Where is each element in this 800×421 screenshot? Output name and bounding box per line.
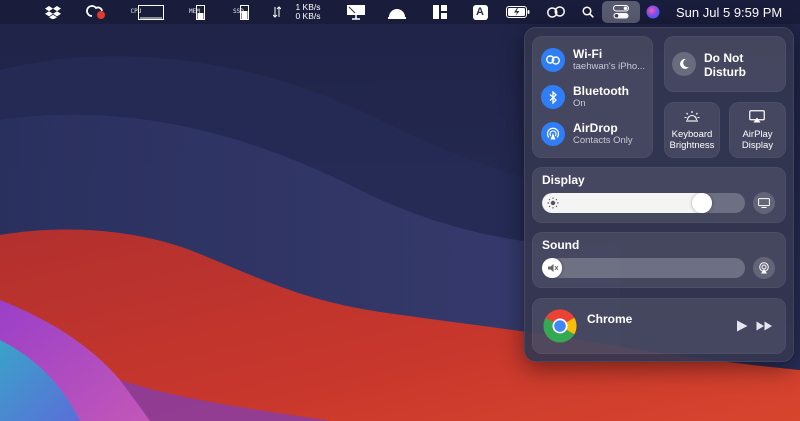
now-playing-app: Chrome (587, 312, 633, 326)
window-layout-icon[interactable] (429, 0, 451, 24)
dropbox-icon[interactable] (42, 0, 64, 24)
ssd-bar (240, 4, 249, 20)
wifi-icon (546, 55, 560, 65)
creative-cloud-icon[interactable] (84, 0, 108, 24)
dome-icon[interactable] (385, 0, 409, 24)
brightness-slider[interactable] (542, 193, 745, 213)
moon-icon (680, 58, 689, 69)
bluetooth-icon (549, 90, 557, 104)
play-icon[interactable] (736, 320, 748, 332)
airplay-audio-icon (759, 262, 769, 274)
sound-module: Sound (532, 232, 786, 288)
ssd-monitor[interactable]: SSD (229, 0, 253, 24)
keyboard-brightness-line1: Keyboard (671, 129, 713, 140)
keyboard-brightness-icon (684, 111, 700, 122)
do-not-disturb-tile[interactable]: Do Not Disturb (664, 36, 786, 92)
monitor-icon (758, 198, 770, 208)
wifi-toggle[interactable]: Wi-Fi taehwan's iPho... (541, 47, 645, 73)
cpu-label: CPU (130, 8, 142, 15)
network-speed[interactable]: 1 KB/s 0 KB/s (290, 0, 326, 24)
bluetooth-toggle[interactable]: Bluetooth On (541, 84, 629, 110)
bluetooth-title: Bluetooth (573, 84, 629, 98)
dnd-label-line2: Disturb (704, 65, 746, 79)
network-arrows-icon (270, 0, 284, 24)
cpu-graph (137, 4, 164, 20)
ssd-label: SSD (233, 8, 244, 15)
airdrop-toggle[interactable]: AirDrop Contacts Only (541, 121, 633, 147)
airdrop-button[interactable] (541, 122, 565, 146)
airplay-display-line1: AirPlay (742, 129, 773, 140)
memory-monitor[interactable]: MEM (185, 0, 209, 24)
bluetooth-button[interactable] (541, 85, 565, 109)
airdrop-status: Contacts Only (573, 135, 633, 146)
battery-icon[interactable] (505, 0, 531, 24)
airplay-display-line2: Display (741, 140, 774, 151)
dnd-label-line1: Do Not (704, 51, 744, 65)
input-source-indicator[interactable]: A (470, 0, 490, 24)
sound-title: Sound (542, 238, 580, 252)
audio-output-button[interactable] (753, 257, 775, 279)
cpu-monitor[interactable]: CPU (128, 0, 166, 24)
wifi-title: Wi-Fi (573, 47, 603, 61)
date-time: Sun Jul 5 9:59 PM (676, 4, 783, 20)
wifi-button[interactable] (541, 48, 565, 72)
display-icon[interactable] (344, 0, 368, 24)
spotlight-search-icon[interactable] (579, 0, 597, 24)
display-settings-button[interactable] (753, 192, 775, 214)
keyboard-brightness-tile[interactable]: Keyboard Brightness (664, 102, 720, 158)
wifi-network-name: taehwan's iPho... (573, 61, 646, 72)
control-center-panel: Wi-Fi taehwan's iPho... Bluetooth On Air… (524, 27, 794, 362)
airdrop-title: AirDrop (573, 121, 618, 135)
brightness-slider-fill (542, 193, 712, 213)
net-download: 0 KB/s (295, 11, 321, 21)
now-playing-module: Chrome (532, 298, 786, 354)
brightness-slider-knob[interactable] (692, 193, 712, 213)
control-center-icon[interactable] (602, 1, 640, 23)
speaker-muted-icon (548, 264, 559, 272)
airdrop-icon (546, 127, 560, 140)
menu-clock[interactable]: Sun Jul 5 9:59 PM (676, 0, 790, 24)
siri-icon[interactable] (643, 0, 663, 24)
memory-bar (196, 4, 205, 20)
airplay-display-tile[interactable]: AirPlay Display (729, 102, 786, 158)
chrome-icon[interactable] (543, 309, 577, 343)
screen-mirroring-icon[interactable] (545, 0, 567, 24)
display-module: Display (532, 167, 786, 223)
connectivity-module: Wi-Fi taehwan's iPho... Bluetooth On Air… (532, 36, 653, 158)
airplay-display-icon (749, 110, 765, 123)
volume-slider[interactable] (542, 258, 745, 278)
menu-bar: CPU MEM SSD 1 KB/s 0 KB/s A Sun Jul 5 9:… (0, 0, 800, 24)
input-source-label: A (472, 4, 488, 20)
display-title: Display (542, 173, 585, 187)
fast-forward-icon[interactable] (756, 321, 773, 331)
dnd-button[interactable] (672, 52, 696, 76)
sun-icon (547, 197, 559, 209)
keyboard-brightness-line2: Brightness (669, 140, 715, 151)
mem-label: MEM (189, 8, 200, 15)
bluetooth-status: On (573, 98, 586, 109)
